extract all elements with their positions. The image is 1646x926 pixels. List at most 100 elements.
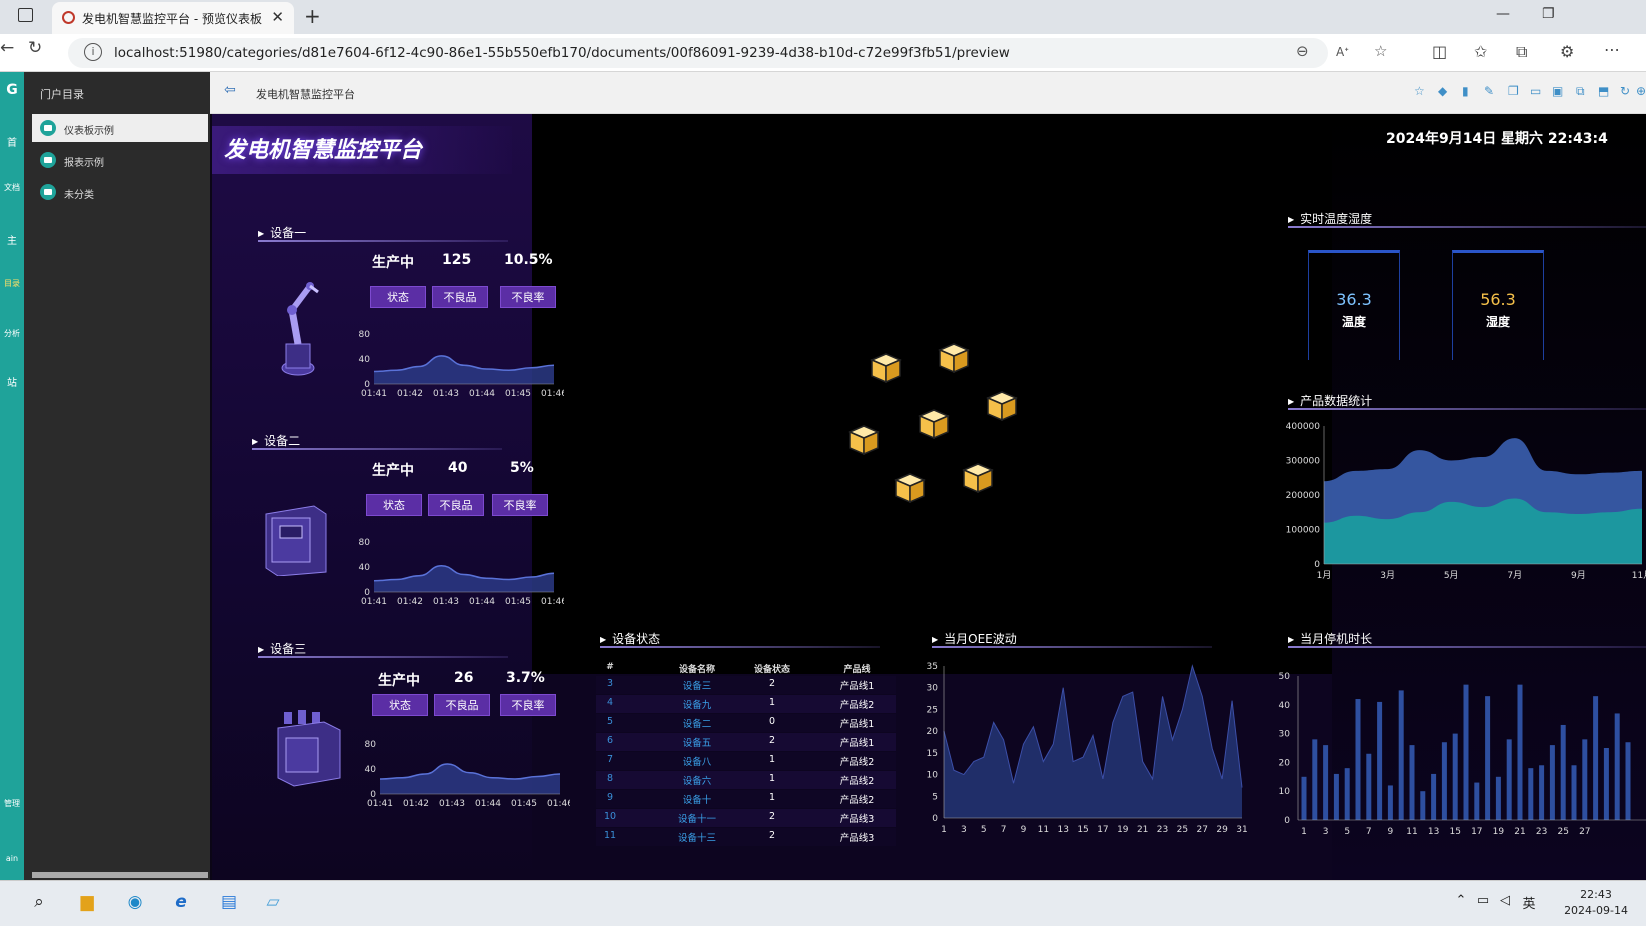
extensions-icon[interactable]: ⚙ xyxy=(1560,42,1574,61)
sidebar-scrollbar[interactable] xyxy=(32,872,208,878)
rail-item-analysis[interactable]: 分析 xyxy=(2,328,22,339)
downtime-bar xyxy=(1495,776,1501,820)
zoom-icon[interactable]: ⊖ xyxy=(1296,42,1309,60)
table-cell: 1 xyxy=(768,754,776,765)
cube-model xyxy=(870,353,902,384)
x-tick-label: 7 xyxy=(1001,825,1007,835)
tag-icon[interactable]: ◆ xyxy=(1438,84,1447,98)
globe-icon[interactable]: ⊕ xyxy=(1636,84,1646,98)
ime-indicator[interactable]: 英 xyxy=(1518,893,1540,915)
downtime-chart: 504030201001 3 5 7 9 11 13 15 17 19 21 23 25 27 xyxy=(1279,672,1646,837)
device-1-rate-button[interactable]: 不良率 xyxy=(500,286,556,308)
save-icon[interactable]: ▣ xyxy=(1552,84,1563,98)
network-icon[interactable]: ▭ xyxy=(1472,893,1494,915)
x-tick-label: 01:41 xyxy=(367,799,393,808)
duplicate-icon[interactable]: ⧉ xyxy=(1576,84,1585,99)
rail-item-login[interactable]: ain xyxy=(2,854,22,863)
notepad-icon[interactable]: ▱ xyxy=(262,892,284,914)
device-1-defects: 125 xyxy=(442,252,472,268)
refresh-icon[interactable]: ↻ xyxy=(28,38,42,58)
delete-icon[interactable]: ▮ xyxy=(1462,84,1469,98)
x-tick-label: 01:45 xyxy=(511,799,537,808)
app-window-icon[interactable]: ▤ xyxy=(218,892,240,914)
edit-icon[interactable]: ✎ xyxy=(1484,84,1494,98)
device-3-defects-button[interactable]: 不良品 xyxy=(434,694,490,716)
table-cell: 1 xyxy=(768,697,776,708)
x-tick-label: 9 xyxy=(1021,825,1027,835)
y-tick-label: 15 xyxy=(927,749,938,759)
x-tick-label: 3月 xyxy=(1380,570,1395,581)
dashboard-title: 发电机智慧监控平台 xyxy=(224,138,423,163)
y-tick-label: 20 xyxy=(927,727,939,737)
x-tick-label: 11月 xyxy=(1632,570,1646,581)
rail-item-site[interactable]: 站 xyxy=(2,374,22,389)
address-bar-row: ← ↻ i localhost:51980/categories/d81e760… xyxy=(0,34,1646,72)
table-cell: 产品线2 xyxy=(839,776,875,787)
table-cell: 2 xyxy=(768,735,776,746)
read-aloud-icon[interactable]: Aᐩ xyxy=(1336,45,1349,59)
collections-icon[interactable]: ⧉ xyxy=(1516,42,1527,62)
back-icon[interactable]: ← xyxy=(0,38,14,58)
x-tick-label: 7 xyxy=(1366,827,1372,837)
tray-chevron-icon[interactable]: ⌃ xyxy=(1450,893,1472,915)
device-2-defects-button[interactable]: 不良品 xyxy=(428,494,484,516)
device-2-rate-button[interactable]: 不良率 xyxy=(492,494,548,516)
downtime-bar xyxy=(1463,684,1469,820)
table-cell: 9 xyxy=(606,792,614,803)
rail-item-admin[interactable]: 管理 xyxy=(2,798,22,809)
device-1-heading: 设备一 xyxy=(258,224,306,241)
os-taskbar: ⌕ ▆ ◉ e ▤ ▱ ⌃ ▭ ◁ 英 22:43 2024-09-14 xyxy=(0,880,1646,926)
x-tick-label: 01:43 xyxy=(433,389,459,398)
x-tick-label: 13 xyxy=(1057,825,1068,835)
star-icon[interactable]: ☆ xyxy=(1414,84,1425,98)
export-icon[interactable]: ⬒ xyxy=(1598,84,1609,98)
tab-actions-icon[interactable] xyxy=(18,8,33,22)
rail-item-main[interactable]: 主 xyxy=(2,232,22,247)
system-clock[interactable]: 22:43 2024-09-14 xyxy=(1564,887,1628,919)
refresh-icon[interactable]: ↻ xyxy=(1620,84,1630,98)
file-explorer-icon[interactable]: ▆ xyxy=(76,892,98,914)
sidebar-item-dashboard-example[interactable]: 仪表板示例 xyxy=(32,114,208,142)
site-info-icon[interactable]: i xyxy=(84,43,102,61)
minimize-icon[interactable]: — xyxy=(1496,6,1510,22)
downtime-bar xyxy=(1539,765,1545,820)
edge-browser-icon[interactable]: ◉ xyxy=(124,892,146,914)
device-2-defects: 40 xyxy=(448,460,468,476)
downtime-bar xyxy=(1506,739,1512,820)
device-1-defects-button[interactable]: 不良品 xyxy=(432,286,488,308)
favorites-icon[interactable]: ✩ xyxy=(1474,42,1487,61)
close-tab-icon[interactable]: ✕ xyxy=(271,8,284,26)
present-icon[interactable]: ▭ xyxy=(1530,84,1541,98)
rail-item-docs[interactable]: 文档 xyxy=(2,182,22,193)
rail-item-home[interactable]: 首 xyxy=(2,134,22,149)
x-tick-label: 01:41 xyxy=(361,389,387,398)
internet-explorer-icon[interactable]: e xyxy=(170,892,192,914)
sidebar-item-label: 未分类 xyxy=(64,190,94,201)
new-tab-icon[interactable]: + xyxy=(304,4,321,28)
device-3-rate-button[interactable]: 不良率 xyxy=(500,694,556,716)
device-3-status-button[interactable]: 状态 xyxy=(372,694,428,716)
address-bar[interactable]: i localhost:51980/categories/d81e7604-6f… xyxy=(68,38,1387,68)
downtime-bar xyxy=(1323,745,1329,820)
rail-item-catalog[interactable]: 目录 xyxy=(2,278,22,289)
split-screen-icon[interactable]: ◫ xyxy=(1432,42,1447,61)
y-tick-label: 35 xyxy=(927,662,938,672)
table-header: 设备状态 xyxy=(753,665,790,675)
back-arrow-icon[interactable]: ⇦ xyxy=(224,82,236,98)
search-icon[interactable]: ⌕ xyxy=(28,892,50,914)
device-2-heading: 设备二 xyxy=(252,432,300,449)
device-2-rate: 5% xyxy=(510,460,534,476)
table-cell: 7 xyxy=(606,754,614,765)
device-1-status-button[interactable]: 状态 xyxy=(370,286,426,308)
maximize-icon[interactable]: ❐ xyxy=(1542,6,1555,22)
sidebar-item-report-example[interactable]: 报表示例 xyxy=(32,146,208,174)
device-2-status-button[interactable]: 状态 xyxy=(366,494,422,516)
3d-model-view[interactable] xyxy=(832,314,1032,514)
browser-tab[interactable]: 发电机智慧监控平台 - 预览仪表板 ✕ xyxy=(52,2,294,34)
more-menu-icon[interactable]: ⋯ xyxy=(1604,40,1620,59)
sidebar-item-uncategorized[interactable]: 未分类 xyxy=(32,178,208,206)
volume-icon[interactable]: ◁ xyxy=(1494,893,1516,915)
favorite-star-icon[interactable]: ☆ xyxy=(1374,42,1387,60)
table-cell: 产品线3 xyxy=(839,833,875,844)
copy-icon[interactable]: ❐ xyxy=(1508,84,1519,98)
